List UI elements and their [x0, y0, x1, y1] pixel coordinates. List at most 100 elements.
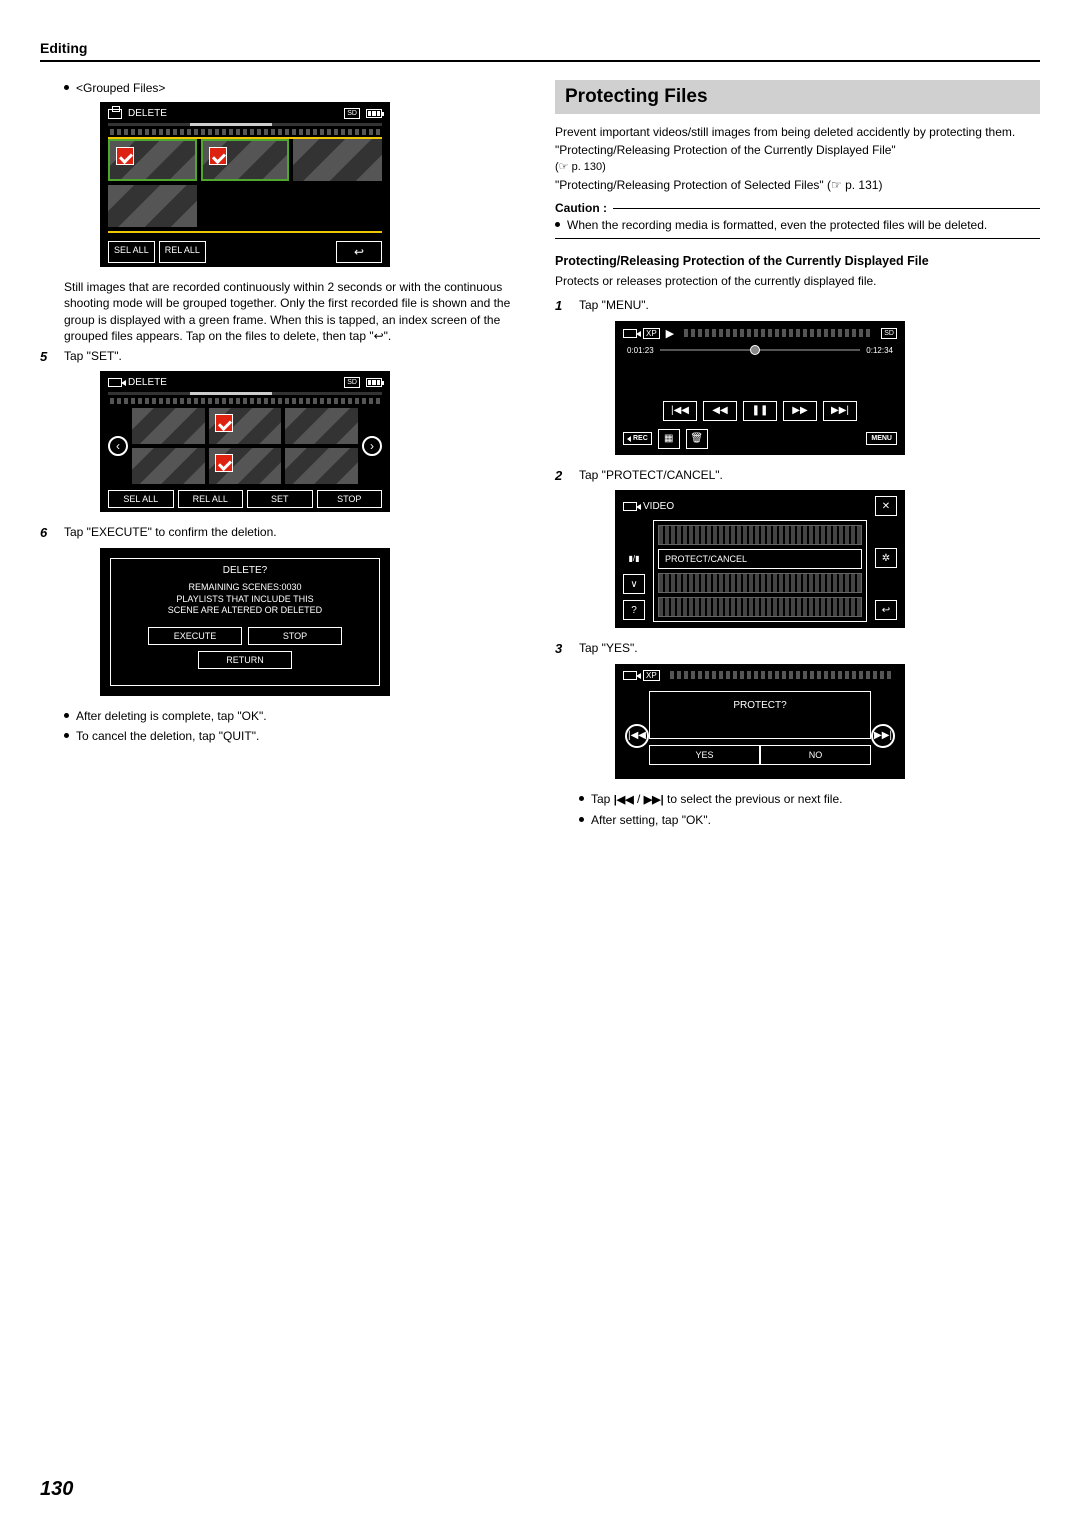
bullet-dot: [64, 85, 69, 90]
execute-button[interactable]: EXECUTE: [148, 627, 242, 645]
protect-question: PROTECT?: [733, 700, 786, 711]
scroll-track: [108, 123, 382, 126]
thumbnail[interactable]: [108, 185, 197, 227]
caution-end-rule: [555, 238, 1040, 239]
bullet-dot: [579, 817, 584, 822]
title-stripes: [670, 671, 893, 679]
after-note-text: After deleting is complete, tap "OK".: [76, 708, 267, 724]
thumbnail[interactable]: [285, 448, 358, 484]
no-button[interactable]: NO: [760, 745, 871, 765]
skip-prev-button[interactable]: |◀◀: [663, 401, 697, 421]
next-page-button[interactable]: ›: [362, 436, 382, 456]
dialog-line: PLAYLISTS THAT INCLUDE THIS: [115, 594, 375, 606]
sel-all-button[interactable]: SEL ALL: [108, 241, 155, 263]
settings-button[interactable]: ✲: [875, 548, 897, 568]
return-button[interactable]: ↩: [336, 241, 382, 263]
thumbnail[interactable]: [132, 408, 205, 444]
page-number: 130: [40, 1478, 73, 1501]
pause-button[interactable]: ❚❚: [743, 401, 777, 421]
sd-icon: SD: [881, 328, 897, 339]
bullet-dot: [555, 222, 560, 227]
menu-button[interactable]: MENU: [866, 432, 897, 445]
lcd-top-right: SD: [344, 108, 382, 119]
help-button[interactable]: ?: [623, 600, 645, 620]
thumbnail[interactable]: [293, 139, 382, 181]
dialog-buttons: EXECUTE STOP: [115, 627, 375, 645]
grouped-note: Still images that are recorded continuou…: [64, 279, 525, 344]
rec-mode-button[interactable]: REC: [623, 432, 652, 445]
check-icon: [215, 414, 233, 432]
next-file-button[interactable]: ▶▶|: [871, 724, 895, 748]
menu-list: PROTECT/CANCEL: [653, 520, 867, 622]
play-icon: ▶: [666, 327, 674, 340]
delete-select-screen: DELETE SD ‹ ›: [100, 371, 390, 512]
sel-all-button[interactable]: SEL ALL: [108, 490, 174, 508]
set-button[interactable]: SET: [247, 490, 313, 508]
tail-note-text: Tap |◀◀ / ▶▶| to select the previous or …: [591, 791, 842, 808]
menu-item[interactable]: [658, 525, 862, 545]
dialog-line: SCENE ARE ALTERED OR DELETED: [115, 605, 375, 617]
dialog-title: DELETE?: [115, 565, 375, 576]
thumbnail[interactable]: [132, 448, 205, 484]
thumbnail[interactable]: [201, 139, 290, 181]
step-number: 3: [555, 640, 569, 658]
left-column: <Grouped Files> DELETE SD: [40, 80, 525, 832]
sd-icon: SD: [344, 377, 360, 388]
index-button[interactable]: ▦: [658, 429, 680, 449]
confirm-dialog: DELETE? REMAINING SCENES:0030 PLAYLISTS …: [110, 558, 380, 686]
dialog-line: REMAINING SCENES:0030: [115, 582, 375, 594]
check-icon: [209, 147, 227, 165]
lcd-title: DELETE: [128, 108, 167, 119]
thumbnail[interactable]: [209, 448, 282, 484]
return-button[interactable]: RETURN: [198, 651, 292, 669]
after-note: To cancel the deletion, tap "QUIT".: [64, 728, 525, 744]
section-heading: Editing: [40, 40, 1040, 56]
skip-next-button[interactable]: ▶▶|: [823, 401, 857, 421]
step-text: Tap "EXECUTE" to confirm the deletion.: [64, 524, 277, 542]
rel-all-button[interactable]: REL ALL: [178, 490, 244, 508]
menu-item[interactable]: [658, 597, 862, 617]
prev-page-button[interactable]: ‹: [108, 436, 128, 456]
bullet-dot: [579, 796, 584, 801]
step-number: 2: [555, 467, 569, 485]
battery-icon: [366, 109, 382, 118]
bullet-dot: [64, 713, 69, 718]
crossref: "Protecting/Releasing Protection of the …: [555, 142, 1040, 158]
playback-controls: |◀◀ ◀◀ ❚❚ ▶▶ ▶▶|: [619, 399, 901, 423]
prev-file-button[interactable]: |◀◀: [625, 724, 649, 748]
thumbnail[interactable]: [209, 408, 282, 444]
delete-button[interactable]: 🗑: [686, 429, 708, 449]
close-button[interactable]: ✕: [875, 496, 897, 516]
forward-button[interactable]: ▶▶: [783, 401, 817, 421]
video-icon: [623, 502, 637, 511]
rewind-button[interactable]: ◀◀: [703, 401, 737, 421]
menu-screen: VIDEO ✕ ▮/▮ ∨ ? PROTECT/CANCEL: [615, 490, 905, 628]
menu-item[interactable]: [658, 573, 862, 593]
thumbnail[interactable]: [108, 139, 197, 181]
lcd-buttons: SEL ALL REL ALL SET STOP: [104, 488, 386, 508]
menu-item-protect-cancel[interactable]: PROTECT/CANCEL: [658, 549, 862, 569]
return-button[interactable]: ↩: [875, 600, 897, 620]
dialog-buttons: RETURN: [115, 651, 375, 669]
menu-right-icons: ✲ ↩: [873, 520, 899, 622]
chevron-left-icon: [627, 436, 631, 442]
film-strip-icon: [110, 129, 380, 135]
progress-handle[interactable]: [750, 345, 760, 355]
progress-bar[interactable]: [660, 349, 861, 351]
stop-button[interactable]: STOP: [317, 490, 383, 508]
stop-button[interactable]: STOP: [248, 627, 342, 645]
scroll-down-button[interactable]: ∨: [623, 574, 645, 594]
pb-topbar: XP ▶ SD: [619, 325, 901, 342]
thumbnail[interactable]: [285, 408, 358, 444]
menu-body: ▮/▮ ∨ ? PROTECT/CANCEL ✲ ↩: [619, 518, 901, 624]
right-column: Protecting Files Prevent important video…: [555, 80, 1040, 832]
yes-button[interactable]: YES: [649, 745, 760, 765]
caution-head: Caution :: [555, 201, 1040, 215]
rel-all-button[interactable]: REL ALL: [159, 241, 206, 263]
video-icon: [623, 329, 637, 338]
step-2: 2 Tap "PROTECT/CANCEL".: [555, 467, 1040, 485]
step-5: 5 Tap "SET".: [40, 348, 525, 366]
thumbnail-empty: [293, 185, 382, 227]
group-bar-bottom: [108, 231, 382, 233]
step-text: Tap "YES".: [579, 640, 638, 658]
